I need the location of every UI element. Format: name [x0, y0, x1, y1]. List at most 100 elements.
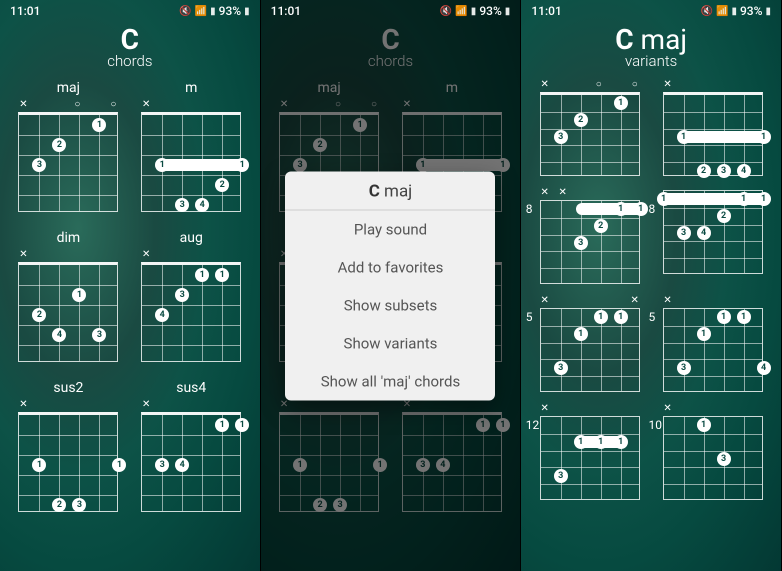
- finger-dot: 1: [32, 458, 46, 472]
- blank-mark: [558, 404, 568, 414]
- blank-mark: [36, 100, 46, 110]
- open-mark: ○: [108, 100, 118, 110]
- fretboard: 31114: [663, 308, 763, 392]
- mute-mark: ✕: [141, 400, 151, 410]
- menu-item-play-sound[interactable]: Play sound: [285, 210, 495, 248]
- finger-dot: 4: [757, 361, 771, 375]
- chord-diagram[interactable]: 5✕31114: [658, 296, 767, 392]
- blank-mark: [177, 100, 187, 110]
- blank-mark: [213, 250, 223, 260]
- finger-dot: 1: [416, 158, 430, 172]
- open-mark: ○: [72, 100, 82, 110]
- chord-diagram[interactable]: maj ✕ ○ ○ 321: [14, 80, 123, 212]
- chord-diagram[interactable]: dim✕2413: [14, 230, 123, 362]
- finger-dot: 2: [697, 164, 711, 178]
- mute-mark: ✕: [558, 188, 568, 198]
- finger-dot: 3: [574, 236, 588, 250]
- menu-item-show-variants[interactable]: Show variants: [285, 324, 495, 362]
- blank-mark: [717, 80, 727, 90]
- blank-mark: [753, 296, 763, 306]
- chord-type-label: maj: [14, 80, 123, 96]
- header-subtitle: chords: [0, 52, 260, 70]
- blank-mark: [351, 400, 361, 410]
- fretboard: 2413: [18, 262, 118, 362]
- finger-dot: 4: [195, 198, 209, 212]
- blank-mark: [369, 400, 379, 410]
- chord-grid: ✕○○321✕123418✕✕321181342115✕✕31115✕31114…: [521, 80, 781, 512]
- battery-pct: 93%: [479, 4, 501, 18]
- mute-mark: ✕: [402, 400, 412, 410]
- chord-diagram[interactable]: ✕12341: [658, 80, 767, 176]
- finger-dot: 1: [155, 158, 169, 172]
- finger-dot: 4: [737, 164, 751, 178]
- finger-dot: 3: [155, 458, 169, 472]
- open-string-markers: ✕○○: [540, 80, 640, 90]
- open-string-markers: ✕: [402, 400, 502, 410]
- finger-dot: 1: [72, 288, 86, 302]
- open-string-markers: ✕: [663, 296, 763, 306]
- finger-dot: 3: [293, 158, 307, 172]
- screen-chord-menu: 11:01 🔇 📶 ▮ 93% ▮ C chords maj✕○○321m✕13…: [261, 0, 522, 571]
- screen-chords-list: 11:01 🔇 📶 ▮ 93% ▮ C chords maj✕○○321m✕13…: [0, 0, 261, 571]
- open-string-markers: ✕: [402, 100, 502, 110]
- menu-item-add-to-favorites[interactable]: Add to favorites: [285, 248, 495, 286]
- finger-dot: 1: [697, 327, 711, 341]
- finger-dot: 1: [697, 418, 711, 432]
- mute-icon: 🔇: [701, 6, 713, 17]
- finger-dot: 2: [52, 498, 66, 512]
- blank-mark: [420, 100, 430, 110]
- barre: [157, 159, 247, 171]
- chord-diagram[interactable]: sus2✕1231: [14, 380, 123, 512]
- fretboard-diagram: ✕ ○ ○ 321: [18, 100, 118, 212]
- chord-diagram[interactable]: 10✕13: [658, 404, 767, 500]
- mute-mark: ✕: [663, 404, 673, 414]
- mute-mark: ✕: [630, 296, 640, 306]
- chord-diagram[interactable]: 5✕✕3111: [535, 296, 644, 392]
- mute-mark: ✕: [18, 100, 28, 110]
- blank-mark: [735, 404, 745, 414]
- fretboard: 321: [18, 112, 118, 212]
- fret-position-label: 12: [526, 418, 540, 432]
- status-bar: 11:01 🔇 📶 ▮ 93% ▮: [0, 0, 260, 20]
- fretboard-diagram: 10✕13: [663, 404, 763, 500]
- menu-item-show-subsets[interactable]: Show subsets: [285, 286, 495, 324]
- chord-diagram[interactable]: m✕13421: [137, 80, 246, 212]
- fretboard: 1231: [279, 412, 379, 512]
- fret-position-label: 10: [649, 418, 663, 432]
- mute-mark: ✕: [663, 80, 673, 90]
- chord-diagram[interactable]: ✕○○321: [535, 80, 644, 176]
- chord-action-menu: C maj Play soundAdd to favoritesShow sub…: [285, 171, 495, 400]
- chord-diagram[interactable]: 8134211: [658, 188, 767, 284]
- menu-item-show-all-maj-chords[interactable]: Show all 'maj' chords: [285, 362, 495, 400]
- blank-mark: [90, 100, 100, 110]
- status-bar: 11:01 🔇 📶 ▮ 93% ▮: [261, 0, 521, 20]
- blank-mark: [195, 400, 205, 410]
- fretboard-diagram: ✕4311: [141, 250, 241, 362]
- blank-mark: [753, 80, 763, 90]
- blank-mark: [594, 188, 604, 198]
- fret-position-label: 5: [526, 310, 533, 324]
- chord-diagram[interactable]: sus4✕3411: [137, 380, 246, 512]
- chord-diagram[interactable]: aug✕4311: [137, 230, 246, 362]
- fretboard: 3411: [141, 412, 241, 512]
- finger-dot: 3: [717, 164, 731, 178]
- blank-mark: [681, 80, 691, 90]
- open-mark: ○: [333, 100, 343, 110]
- barre: [659, 193, 769, 205]
- finger-dot: 2: [717, 209, 731, 223]
- page-header: C maj variants: [521, 20, 781, 80]
- fretboard: 4311: [141, 262, 241, 362]
- finger-dot: 1: [112, 458, 126, 472]
- chord-diagram[interactable]: 8✕✕3211: [535, 188, 644, 284]
- blank-mark: [576, 188, 586, 198]
- blank-mark: [54, 400, 64, 410]
- fretboard: 13421: [141, 112, 241, 212]
- chord-diagram[interactable]: 12✕3111: [535, 404, 644, 500]
- blank-mark: [159, 400, 169, 410]
- open-string-markers: ✕○○: [279, 100, 379, 110]
- blank-mark: [36, 250, 46, 260]
- blank-mark: [594, 296, 604, 306]
- blank-mark: [630, 404, 640, 414]
- fretboard-diagram: 12✕3111: [540, 404, 640, 500]
- finger-dot: 1: [496, 418, 510, 432]
